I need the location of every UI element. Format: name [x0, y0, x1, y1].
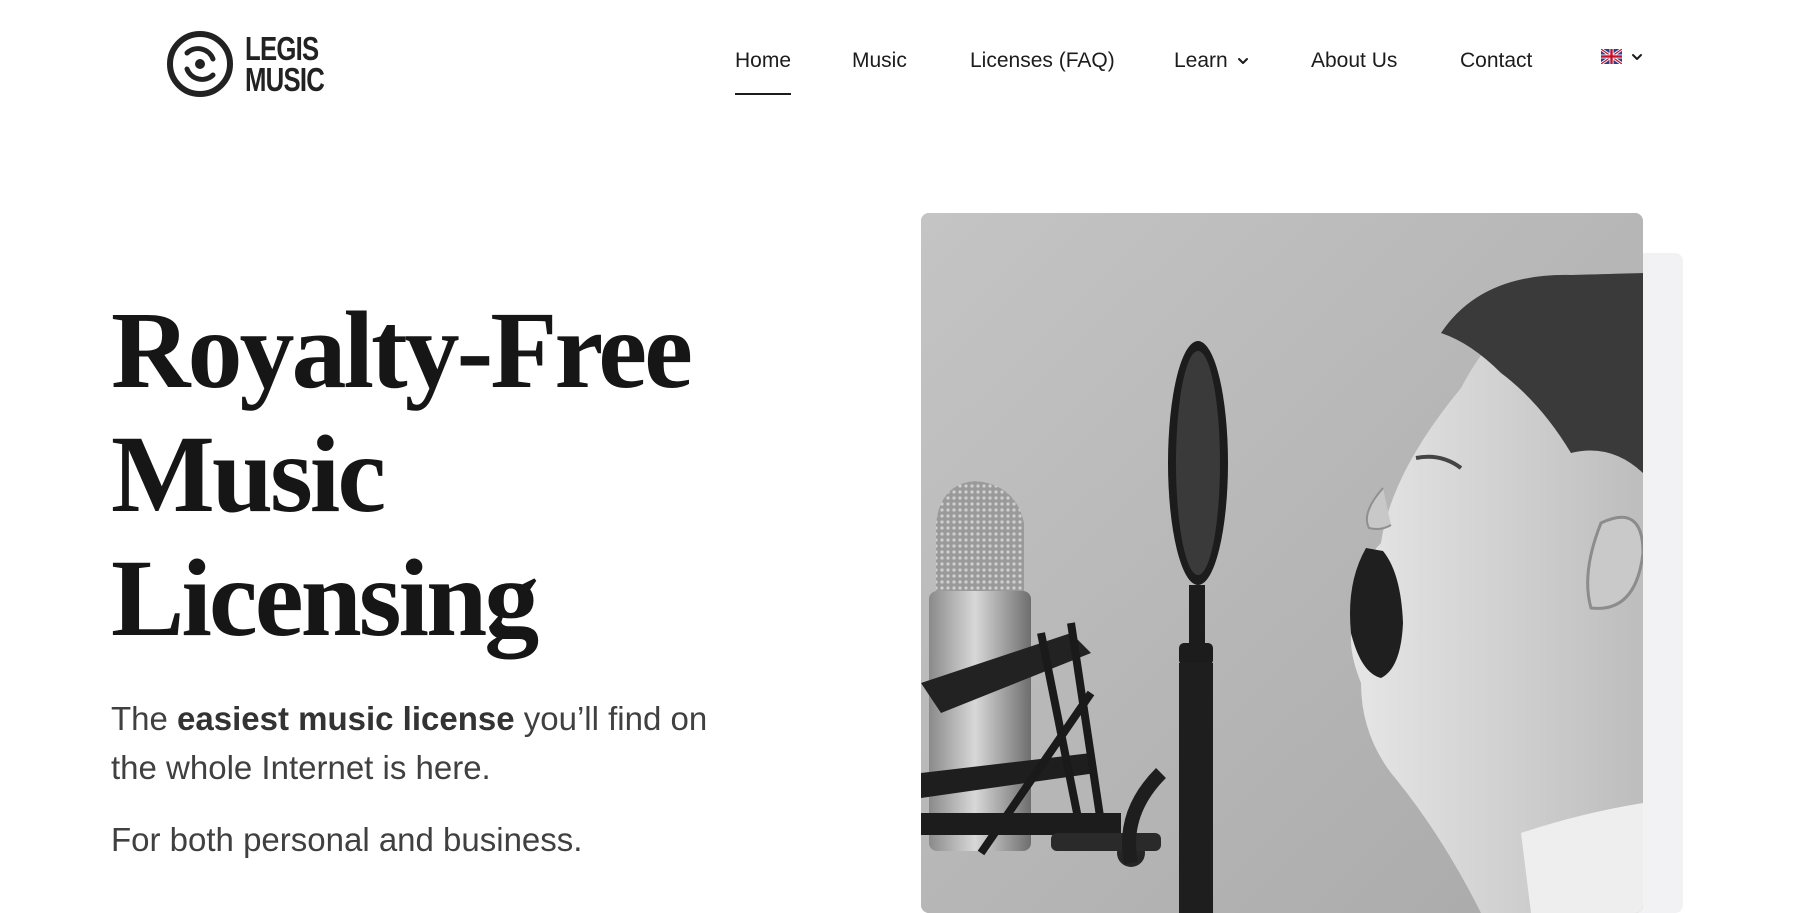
nav-learn-label: Learn — [1174, 49, 1228, 72]
hero-lead-start: The — [111, 700, 178, 737]
hero-title-line-3: Licensing — [111, 537, 539, 659]
nav-music-label: Music — [852, 49, 907, 72]
logo-wordmark: LEGIS MUSIC — [245, 30, 325, 98]
nav-home-label: Home — [735, 49, 792, 72]
hero-subtext: For both personal and business. — [111, 821, 583, 858]
site-logo[interactable]: LEGIS MUSIC — [165, 29, 346, 99]
hero-image — [921, 213, 1643, 913]
logo-line-1: LEGIS — [245, 30, 319, 67]
hero-title-line-1: Royalty-Free — [111, 289, 693, 411]
chevron-down-icon — [1237, 58, 1248, 64]
hero-title: Royalty-Free Music Licensing — [111, 288, 771, 660]
language-switcher[interactable] — [1601, 49, 1644, 64]
vinyl-disc-icon — [167, 31, 233, 97]
hero-title-line-2: Music — [111, 413, 386, 535]
nav-contact-label: Contact — [1460, 49, 1533, 72]
logo-line-2: MUSIC — [245, 61, 325, 98]
chevron-down-icon — [1632, 53, 1642, 60]
nav-learn[interactable]: Learn — [1174, 49, 1250, 73]
nav-contact[interactable]: Contact — [1460, 49, 1532, 73]
nav-licenses-label: Licenses (FAQ) — [970, 49, 1115, 72]
nav-licenses-faq[interactable]: Licenses (FAQ) — [970, 49, 1115, 73]
nav-home[interactable]: Home — [735, 49, 792, 95]
uk-flag-icon — [1601, 49, 1622, 64]
nav-about-us[interactable]: About Us — [1311, 49, 1397, 73]
hero-lead: The easiest music license you’ll find on… — [111, 694, 751, 792]
site-header: LEGIS MUSIC Home Music Licenses (FAQ) Le… — [0, 0, 1802, 125]
nav-music[interactable]: Music — [852, 49, 907, 73]
hero-lead-emphasis: easiest music license — [177, 700, 515, 737]
boy-singing-into-microphone-photo — [921, 213, 1643, 913]
nav-about-label: About Us — [1311, 49, 1398, 72]
